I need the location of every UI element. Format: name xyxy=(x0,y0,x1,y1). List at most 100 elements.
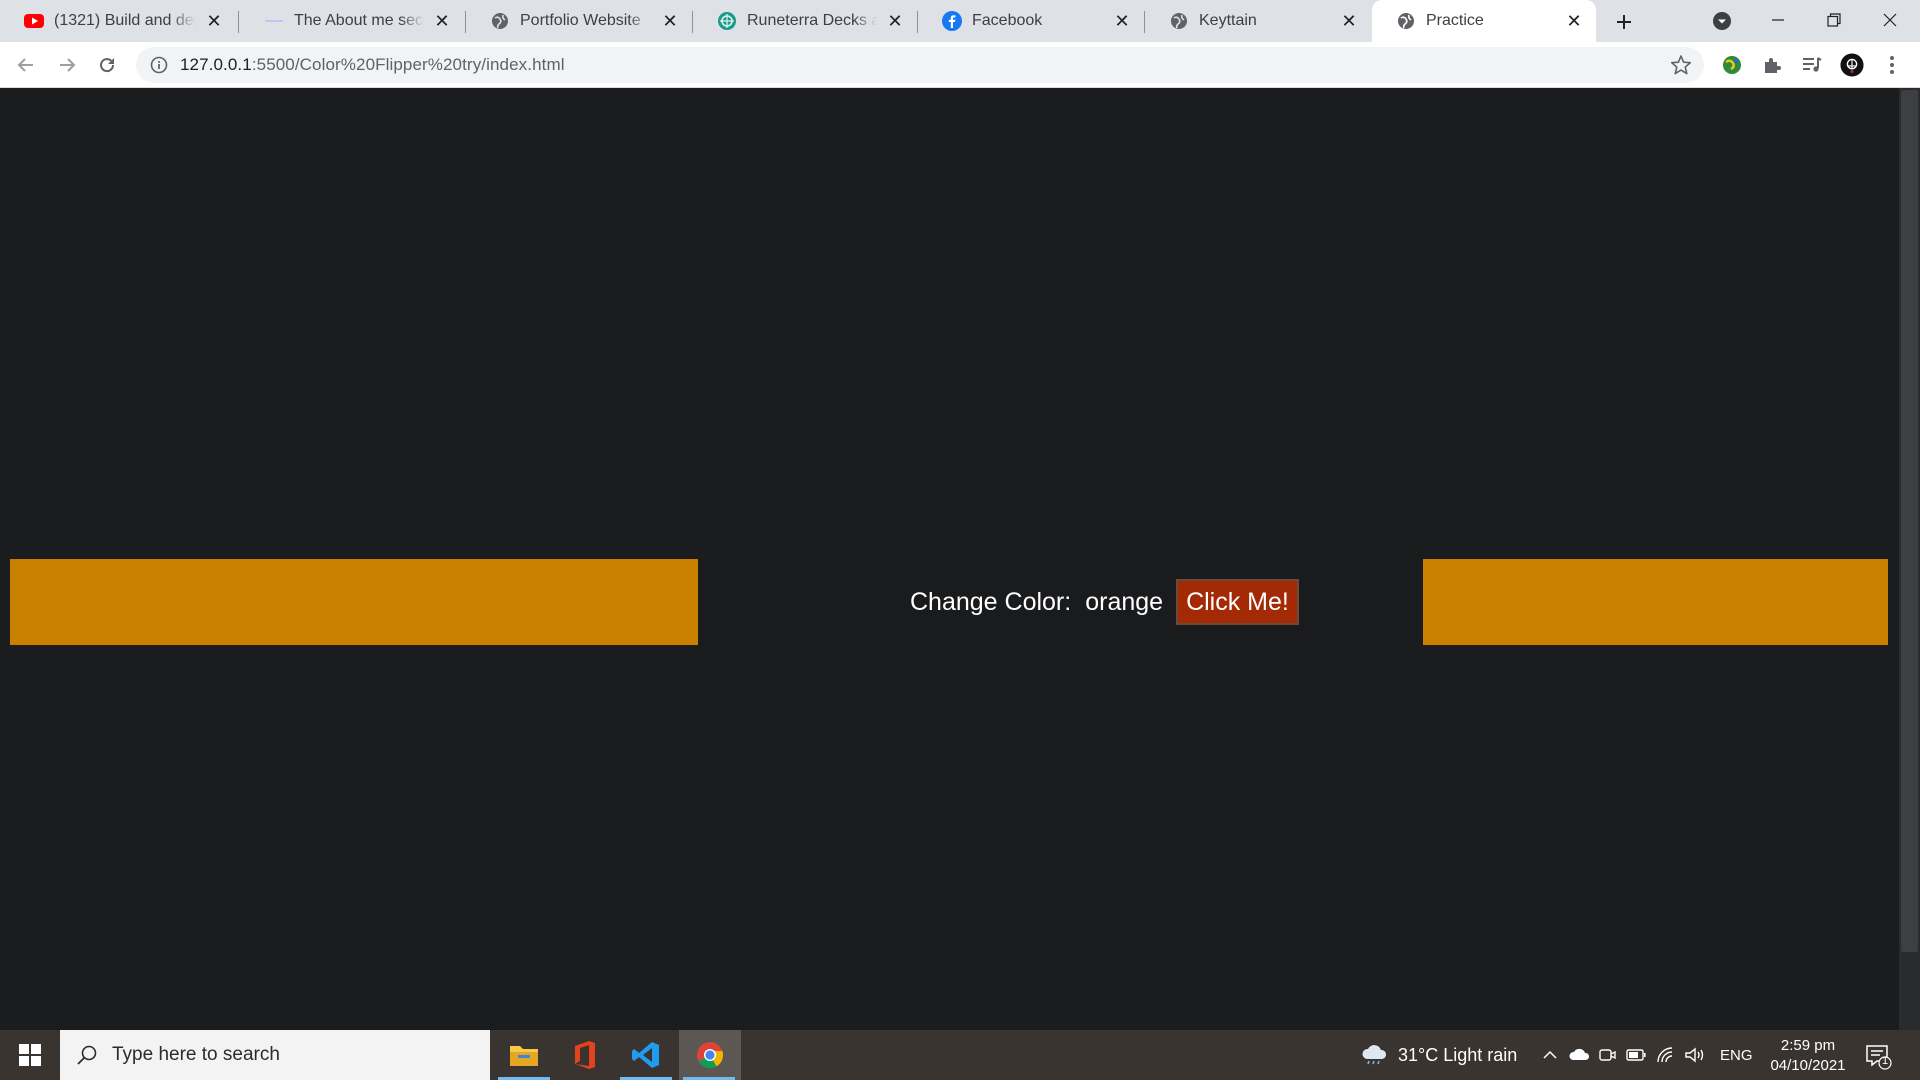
click-me-button[interactable]: Click Me! xyxy=(1176,579,1299,625)
folder-icon xyxy=(510,1046,538,1066)
tab-portfolio[interactable]: Portfolio Website ✕ xyxy=(466,0,692,42)
taskbar-search[interactable]: Type here to search xyxy=(60,1030,490,1080)
loading-icon xyxy=(264,11,284,31)
vertical-scrollbar[interactable] xyxy=(1899,88,1920,1030)
reload-button[interactable] xyxy=(91,49,123,81)
vscode-icon xyxy=(632,1042,659,1068)
taskbar-chrome[interactable] xyxy=(679,1030,741,1080)
bookmark-star-icon[interactable] xyxy=(1670,54,1692,76)
tab-title: Practice xyxy=(1426,12,1484,29)
tab-close-icon[interactable]: ✕ xyxy=(1110,9,1134,33)
tab-title: Facebook xyxy=(972,12,1043,29)
taskbar-office[interactable] xyxy=(555,1030,615,1080)
office-icon xyxy=(575,1041,595,1069)
browser-toolbar: 127.0.0.1:5500/Color%20Flipper%20try/ind… xyxy=(0,42,1920,88)
forward-button[interactable] xyxy=(51,49,83,81)
facebook-icon xyxy=(942,11,962,31)
wifi-icon[interactable] xyxy=(1656,1046,1676,1064)
arrow-right-icon xyxy=(60,58,76,72)
windows-taskbar: Type here to search 31°C Light rain ENG … xyxy=(0,1030,1920,1080)
windows-icon xyxy=(19,1044,41,1066)
more-vertical-icon xyxy=(1890,56,1894,74)
arrow-left-icon xyxy=(17,58,33,72)
tab-practice[interactable]: Practice ✕ xyxy=(1372,0,1596,42)
search-icon xyxy=(77,1045,97,1065)
chrome-icon xyxy=(697,1042,724,1069)
globe-icon xyxy=(1396,11,1416,31)
taskbar-clock[interactable]: 2:59 pm 04/10/2021 xyxy=(1766,1036,1850,1076)
puzzle-icon xyxy=(1765,58,1781,73)
tab-close-icon[interactable]: ✕ xyxy=(883,9,907,33)
tab-close-icon[interactable]: ✕ xyxy=(1562,9,1586,33)
tab-title: Runeterra Decks and Meta xyxy=(747,12,877,29)
page-viewport: Change Color: orange Click Me! xyxy=(0,88,1920,1030)
globe-icon xyxy=(490,11,510,31)
tab-title: Portfolio Website xyxy=(520,12,641,29)
back-button[interactable] xyxy=(10,49,42,81)
tab-keyttain[interactable]: Keyttain ✕ xyxy=(1145,0,1371,42)
runeterra-icon xyxy=(717,11,737,31)
info-icon[interactable] xyxy=(150,56,168,74)
tab-title: The About me section xyxy=(294,12,424,29)
extension-globe-button[interactable] xyxy=(1720,53,1744,77)
globe-extension-icon xyxy=(1723,56,1741,74)
tab-about-me[interactable]: The About me section ✕ xyxy=(240,0,464,42)
cloud-rain-icon xyxy=(1362,1045,1387,1065)
reload-icon xyxy=(100,58,115,73)
restore-icon xyxy=(1827,13,1841,27)
close-window-button[interactable] xyxy=(1862,0,1918,40)
color-band: Change Color: orange Click Me! xyxy=(10,559,1888,645)
start-button[interactable] xyxy=(0,1030,60,1080)
globe-icon xyxy=(1169,11,1189,31)
scrollbar-thumb[interactable] xyxy=(1901,90,1918,952)
color-name: orange xyxy=(1085,587,1164,616)
clock-time: 2:59 pm xyxy=(1780,1037,1836,1054)
restore-button[interactable] xyxy=(1806,0,1862,40)
taskbar-file-explorer[interactable] xyxy=(494,1030,554,1080)
playlist-icon xyxy=(1803,57,1822,72)
tab-search-button[interactable] xyxy=(1710,9,1734,33)
minimize-icon xyxy=(1772,19,1784,21)
clock-date: 04/10/2021 xyxy=(1770,1057,1846,1074)
address-bar[interactable]: 127.0.0.1:5500/Color%20Flipper%20try/ind… xyxy=(136,47,1704,83)
tab-close-icon[interactable]: ✕ xyxy=(202,9,226,33)
tab-facebook[interactable]: Facebook ✕ xyxy=(918,0,1144,42)
tab-youtube[interactable]: (1321) Build and deploy ✕ xyxy=(0,0,236,42)
profile-button[interactable] xyxy=(1840,53,1864,77)
weather-widget[interactable]: 31°C Light rain xyxy=(1360,1030,1517,1080)
notification-count: 1 xyxy=(1881,1055,1889,1067)
tab-runeterra[interactable]: Runeterra Decks and Meta ✕ xyxy=(693,0,917,42)
tab-strip: (1321) Build and deploy ✕ The About me s… xyxy=(0,0,1920,42)
language-indicator[interactable]: ENG xyxy=(1720,1047,1753,1064)
youtube-icon xyxy=(24,11,44,31)
new-tab-button[interactable] xyxy=(1610,8,1638,36)
tab-title: (1321) Build and deploy xyxy=(54,12,196,29)
tab-close-icon[interactable]: ✕ xyxy=(1337,9,1361,33)
search-placeholder: Type here to search xyxy=(112,1044,280,1065)
url-host: 127.0.0.1 xyxy=(180,55,252,74)
meet-now-icon[interactable] xyxy=(1598,1046,1616,1064)
tab-close-icon[interactable]: ✕ xyxy=(430,9,454,33)
color-band-left xyxy=(10,559,698,645)
volume-icon[interactable] xyxy=(1684,1046,1706,1064)
system-tray: ENG xyxy=(1542,1030,1753,1080)
minimize-button[interactable] xyxy=(1750,0,1806,40)
onedrive-icon[interactable] xyxy=(1568,1047,1590,1063)
tab-close-icon[interactable]: ✕ xyxy=(658,9,682,33)
extensions-button[interactable] xyxy=(1760,53,1784,77)
url-path: :5500/Color%20Flipper%20try/index.html xyxy=(251,55,565,74)
battery-icon[interactable] xyxy=(1626,1049,1646,1061)
weather-text: 31°C Light rain xyxy=(1398,1044,1518,1065)
chevron-down-icon xyxy=(1713,12,1731,30)
browser-menu-button[interactable] xyxy=(1880,53,1904,77)
tab-title: Keyttain xyxy=(1199,12,1257,29)
avatar xyxy=(1840,53,1864,77)
change-color-label: Change Color: xyxy=(910,587,1072,616)
chevron-up-icon[interactable] xyxy=(1542,1047,1558,1063)
notification-center-button[interactable]: 1 xyxy=(1864,1042,1892,1070)
taskbar-vscode[interactable] xyxy=(616,1030,676,1080)
media-control-button[interactable] xyxy=(1800,53,1824,77)
url-text: 127.0.0.1:5500/Color%20Flipper%20try/ind… xyxy=(180,55,565,75)
color-controls: Change Color: orange Click Me! xyxy=(910,559,1299,645)
plus-icon xyxy=(1617,15,1631,29)
